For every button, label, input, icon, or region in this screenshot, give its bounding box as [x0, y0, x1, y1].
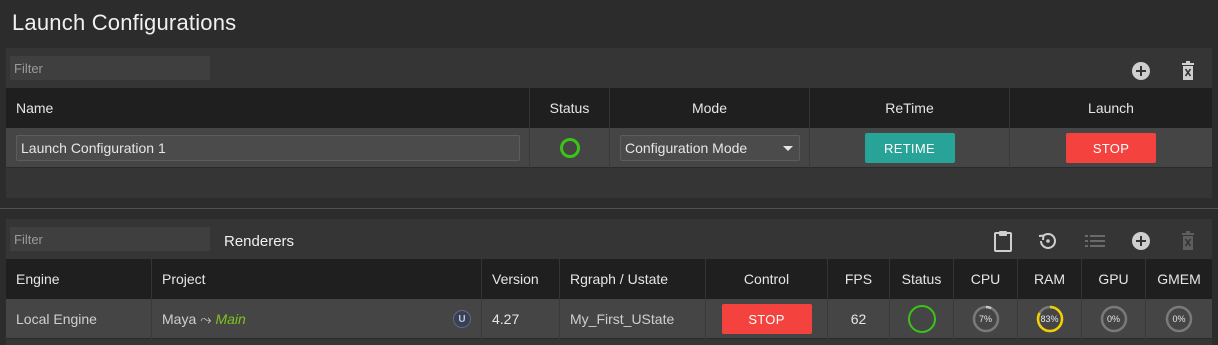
cpu-gauge: 7% [971, 304, 1001, 334]
column-header-ram[interactable]: RAM [1018, 259, 1082, 299]
gpu-value: 0% [1106, 314, 1120, 324]
stop-renderer-button[interactable]: STOP [721, 304, 812, 334]
column-header-gmem[interactable]: GMEM [1146, 259, 1212, 299]
renderers-filter-input[interactable] [10, 227, 210, 251]
table-row[interactable]: Launch Configuration 1 Configuration Mod… [6, 128, 1212, 168]
panel-divider[interactable] [0, 208, 1218, 209]
cpu-value: 7% [978, 314, 992, 324]
column-header-retime[interactable]: ReTime [810, 88, 1010, 128]
table-row[interactable]: Local Engine Maya ⤳ Main U 4.27 My_First… [6, 299, 1212, 339]
column-header-engine[interactable]: Engine [6, 259, 152, 299]
column-header-version[interactable]: Version [482, 259, 560, 299]
renderers-label: Renderers [224, 233, 295, 250]
mode-select-value: Configuration Mode [625, 140, 748, 156]
mode-select[interactable]: Configuration Mode [620, 135, 800, 161]
launch-filter-input[interactable] [10, 56, 210, 80]
column-header-fps[interactable]: FPS [828, 259, 890, 299]
rgraph-cell: My_First_UState [560, 299, 706, 339]
list-icon[interactable] [1084, 230, 1106, 252]
add-icon[interactable] [1130, 230, 1152, 252]
retime-cell: RETIME [810, 128, 1010, 168]
configuration-name-field[interactable]: Launch Configuration 1 [16, 135, 520, 161]
launch-cell: STOP [1010, 128, 1212, 168]
fps-cell: 62 [828, 299, 890, 339]
project-branch: Main [215, 311, 246, 327]
ram-value: 83% [1040, 314, 1059, 324]
stop-launch-button[interactable]: STOP [1066, 133, 1156, 163]
delete-icon[interactable] [1177, 230, 1199, 252]
history-icon[interactable] [1037, 230, 1059, 252]
add-icon[interactable] [1130, 60, 1152, 82]
column-header-name[interactable]: Name [6, 88, 530, 128]
renderers-panel: Renderers Engine Project Version Rgraph … [6, 219, 1212, 345]
launch-configurations-panel: Name Status Mode ReTime Launch Launch Co… [6, 48, 1212, 198]
chevron-down-icon [783, 146, 793, 151]
gpu-cell: 0% [1082, 299, 1146, 339]
delete-icon[interactable] [1177, 60, 1199, 82]
ram-cell: 83% [1018, 299, 1082, 339]
status-ok-icon [907, 305, 936, 333]
ram-gauge: 83% [1035, 304, 1065, 334]
launch-table-header: Name Status Mode ReTime Launch [6, 88, 1212, 128]
column-header-project[interactable]: Project [152, 259, 482, 299]
engine-cell: Local Engine [6, 299, 152, 339]
column-header-cpu[interactable]: CPU [954, 259, 1018, 299]
version-cell: 4.27 [482, 299, 560, 339]
gmem-gauge: 0% [1164, 304, 1194, 334]
column-header-mode[interactable]: Mode [610, 88, 810, 128]
page-title: Launch Configurations [12, 10, 237, 35]
project-name: Maya [162, 311, 197, 327]
gmem-cell: 0% [1146, 299, 1212, 339]
retime-button[interactable]: RETIME [864, 133, 955, 163]
mode-cell: Configuration Mode [610, 128, 810, 168]
gmem-value: 0% [1172, 314, 1186, 324]
status-cell [530, 128, 610, 168]
unreal-engine-icon: U [453, 310, 471, 328]
branch-arrow-icon: ⤳ [200, 310, 212, 327]
cpu-cell: 7% [954, 299, 1018, 339]
status-cell [890, 299, 954, 339]
project-cell: Maya ⤳ Main U [152, 299, 482, 339]
clipboard-icon[interactable] [992, 230, 1014, 252]
renderers-table-header: Engine Project Version Rgraph / Ustate C… [6, 259, 1212, 299]
column-header-control[interactable]: Control [706, 259, 828, 299]
column-header-gpu[interactable]: GPU [1082, 259, 1146, 299]
status-ok-icon [559, 138, 580, 158]
column-header-launch[interactable]: Launch [1010, 88, 1212, 128]
column-header-status[interactable]: Status [530, 88, 610, 128]
gpu-gauge: 0% [1099, 304, 1129, 334]
name-cell: Launch Configuration 1 [6, 128, 530, 168]
control-cell: STOP [706, 299, 828, 339]
column-header-status[interactable]: Status [890, 259, 954, 299]
column-header-rgraph[interactable]: Rgraph / Ustate [560, 259, 706, 299]
